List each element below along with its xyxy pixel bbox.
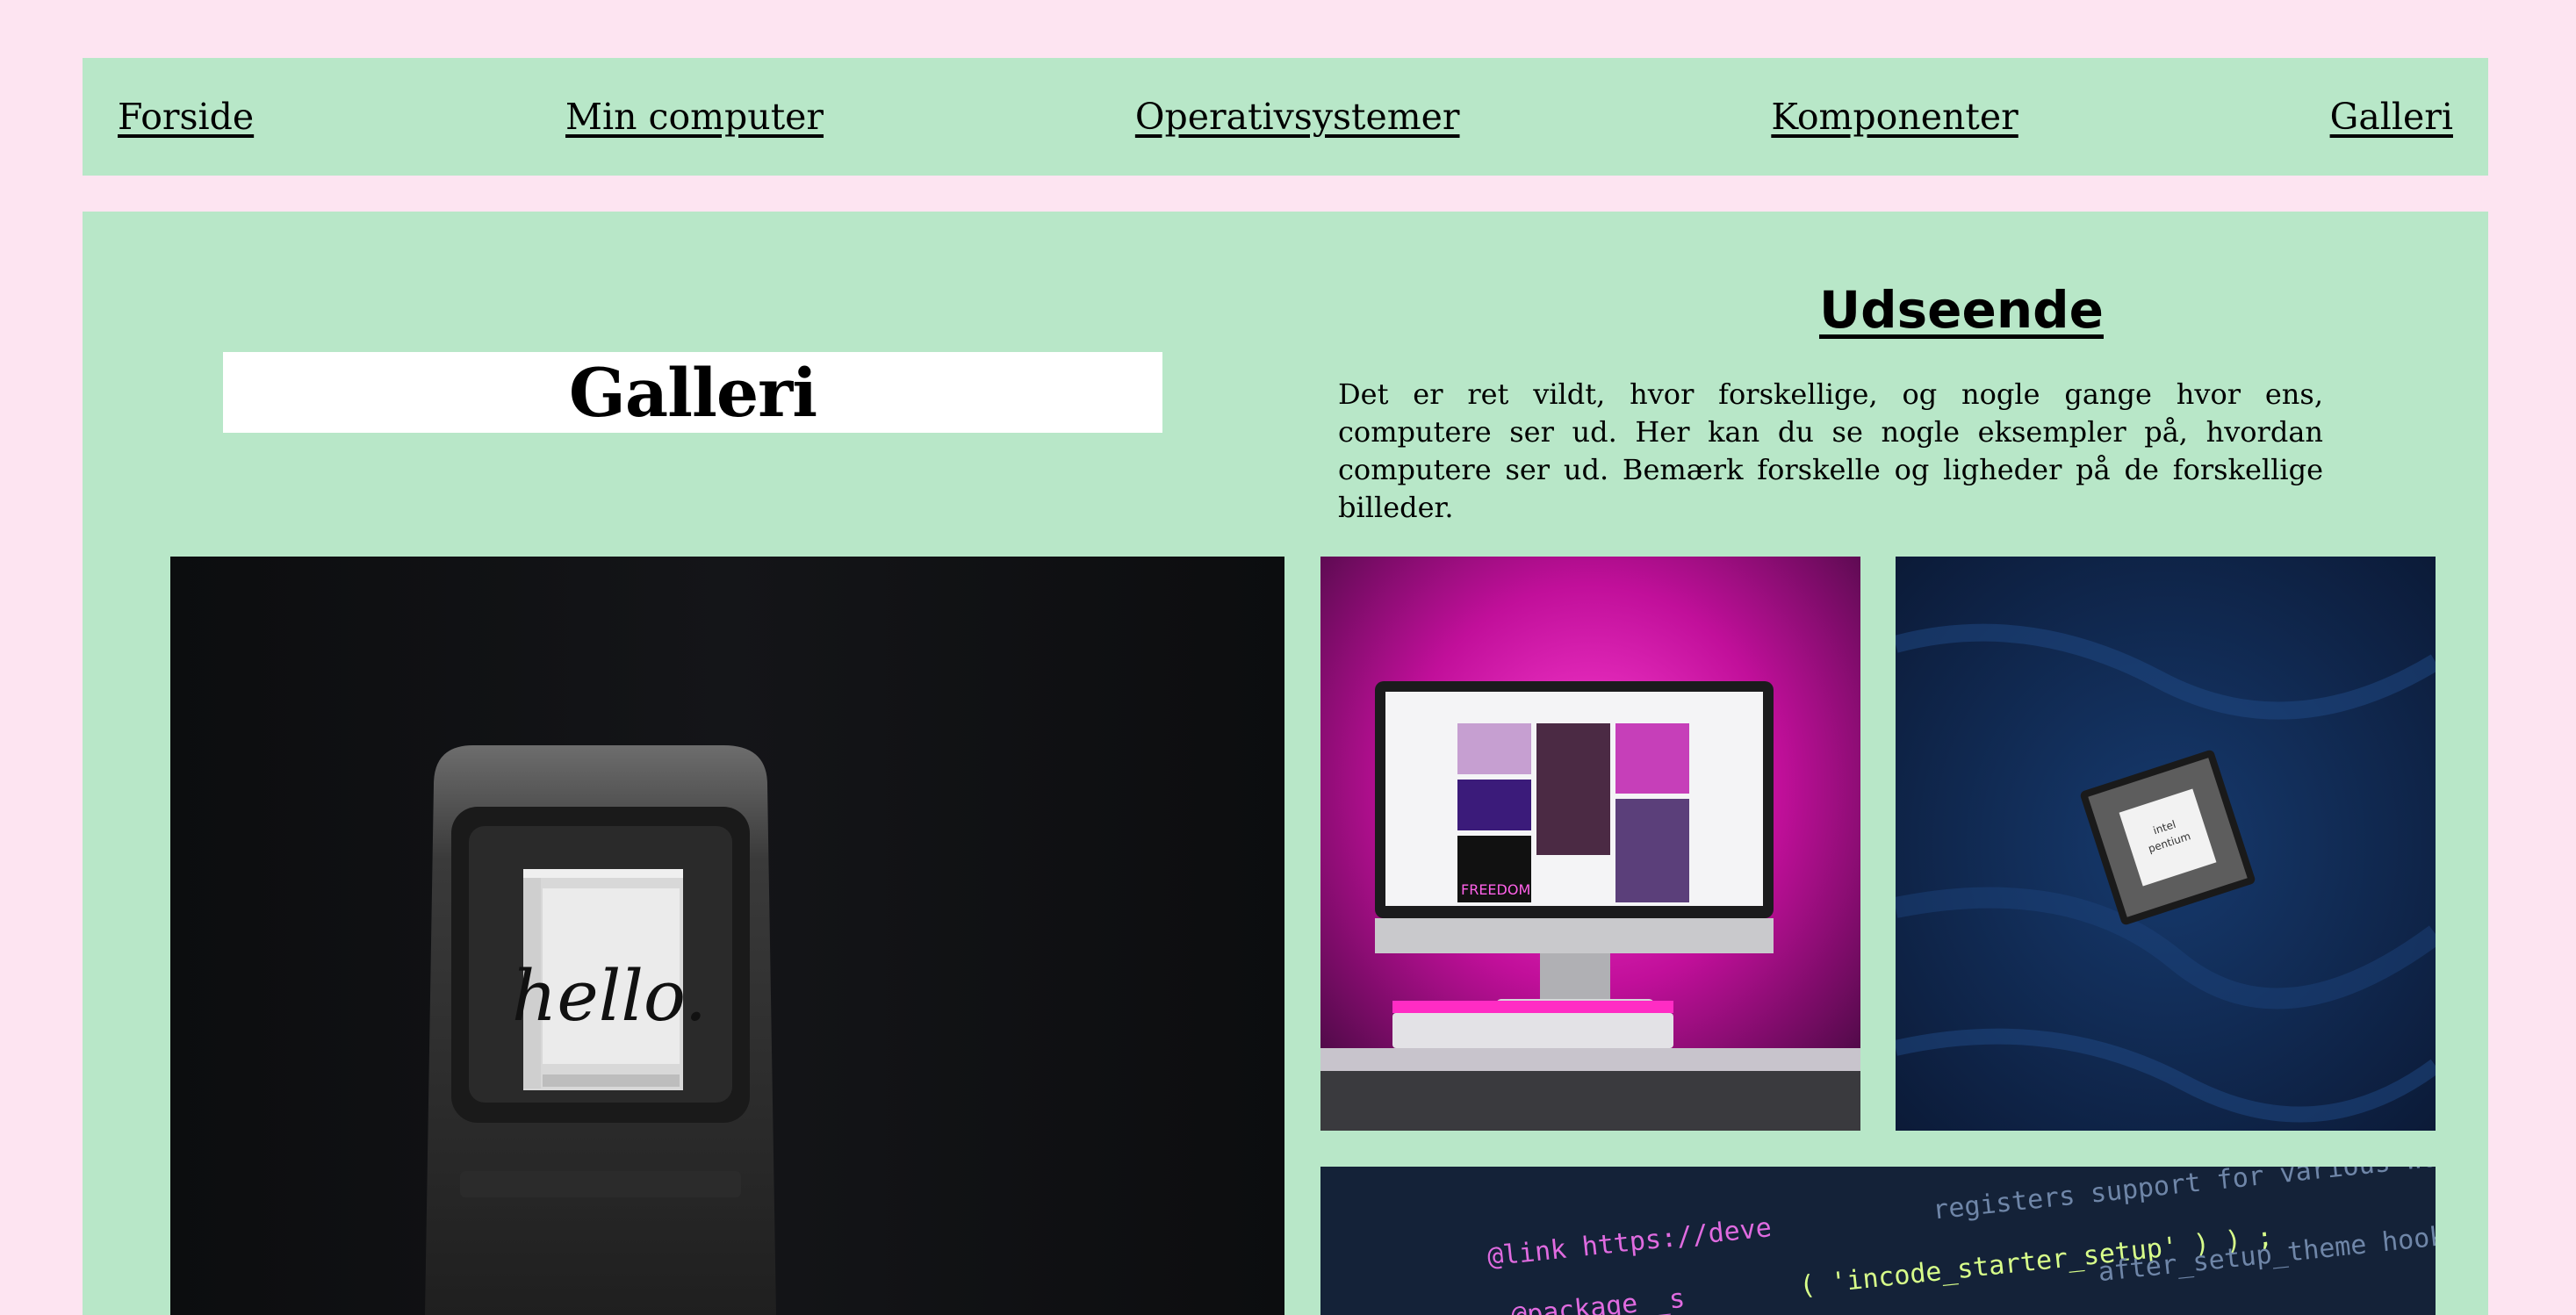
- page-title: Galleri: [568, 353, 817, 432]
- section-heading: Udseende: [1819, 280, 2104, 340]
- page-title-box: Galleri: [223, 352, 1162, 433]
- nav-link-galleri[interactable]: Galleri: [2330, 96, 2453, 138]
- nav-link-min-computer[interactable]: Min computer: [565, 96, 824, 138]
- nav-link-komponenter[interactable]: Komponenter: [1771, 96, 2018, 138]
- top-navigation: Forside Min computer Operativsystemer Ko…: [83, 58, 2488, 176]
- pink-screen-text: FREEDOM: [1461, 881, 1530, 898]
- gallery-image-vintage-computer: hello.: [170, 557, 1284, 1315]
- gallery-image-code: @link https://deve @package _s ( 'incode…: [1320, 1167, 2436, 1315]
- nav-link-forside[interactable]: Forside: [118, 96, 254, 138]
- section-description: Det er ret vildt, hvor forskellige, og n…: [1338, 377, 2323, 524]
- nav-link-operativsystemer[interactable]: Operativsystemer: [1135, 96, 1460, 138]
- gallery-image-pink-desktop: FREEDOM: [1320, 557, 1860, 1131]
- gallery-image-cpu: intel pentium: [1896, 557, 2436, 1131]
- main-content: Galleri Udseende Det er ret vildt, hvor …: [83, 212, 2488, 1315]
- hello-screen-text: hello.: [512, 955, 707, 1037]
